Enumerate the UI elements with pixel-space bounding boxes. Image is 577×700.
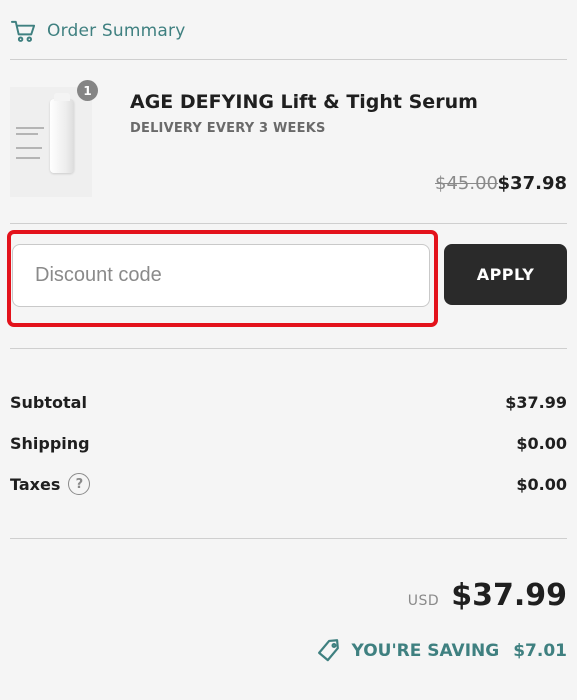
savings-label: YOU'RE SAVING <box>351 641 500 661</box>
quantity-badge: 1 <box>77 80 98 101</box>
subtotal-label: Subtotal <box>10 392 87 412</box>
divider <box>10 348 567 349</box>
currency-label: USD <box>407 593 440 609</box>
discount-code-input[interactable] <box>12 244 430 307</box>
savings-banner: YOU'RE SAVING $7.01 <box>316 638 567 664</box>
order-summary-title: Order Summary <box>47 21 186 41</box>
tag-icon <box>317 639 339 662</box>
divider <box>10 538 567 539</box>
shipping-label: Shipping <box>10 433 90 453</box>
taxes-value: $0.00 <box>516 474 567 494</box>
taxes-label: Taxes <box>10 474 61 494</box>
product-image <box>10 87 92 197</box>
divider <box>10 223 567 224</box>
shipping-row: Shipping $0.00 <box>10 431 567 455</box>
taxes-row: Taxes ? $0.00 <box>10 472 567 496</box>
delivery-frequency: DELIVERY EVERY 3 WEEKS <box>130 121 326 136</box>
cart-icon <box>10 20 36 42</box>
help-icon[interactable]: ? <box>68 473 91 495</box>
subtotal-row: Subtotal $37.99 <box>10 390 567 414</box>
order-summary-header[interactable]: Order Summary <box>10 16 185 46</box>
original-price: $45.00 <box>435 173 498 194</box>
shipping-value: $0.00 <box>516 433 567 453</box>
total-amount: $37.99 <box>451 578 567 613</box>
apply-button[interactable]: APPLY <box>444 244 567 305</box>
subtotal-value: $37.99 <box>505 392 567 412</box>
divider <box>10 59 567 60</box>
product-name: AGE DEFYING Lift & Tight Serum <box>130 91 478 113</box>
total: USD $37.99 <box>408 578 567 613</box>
product-price: $37.98 <box>497 173 567 194</box>
savings-amount: $7.01 <box>513 641 567 661</box>
